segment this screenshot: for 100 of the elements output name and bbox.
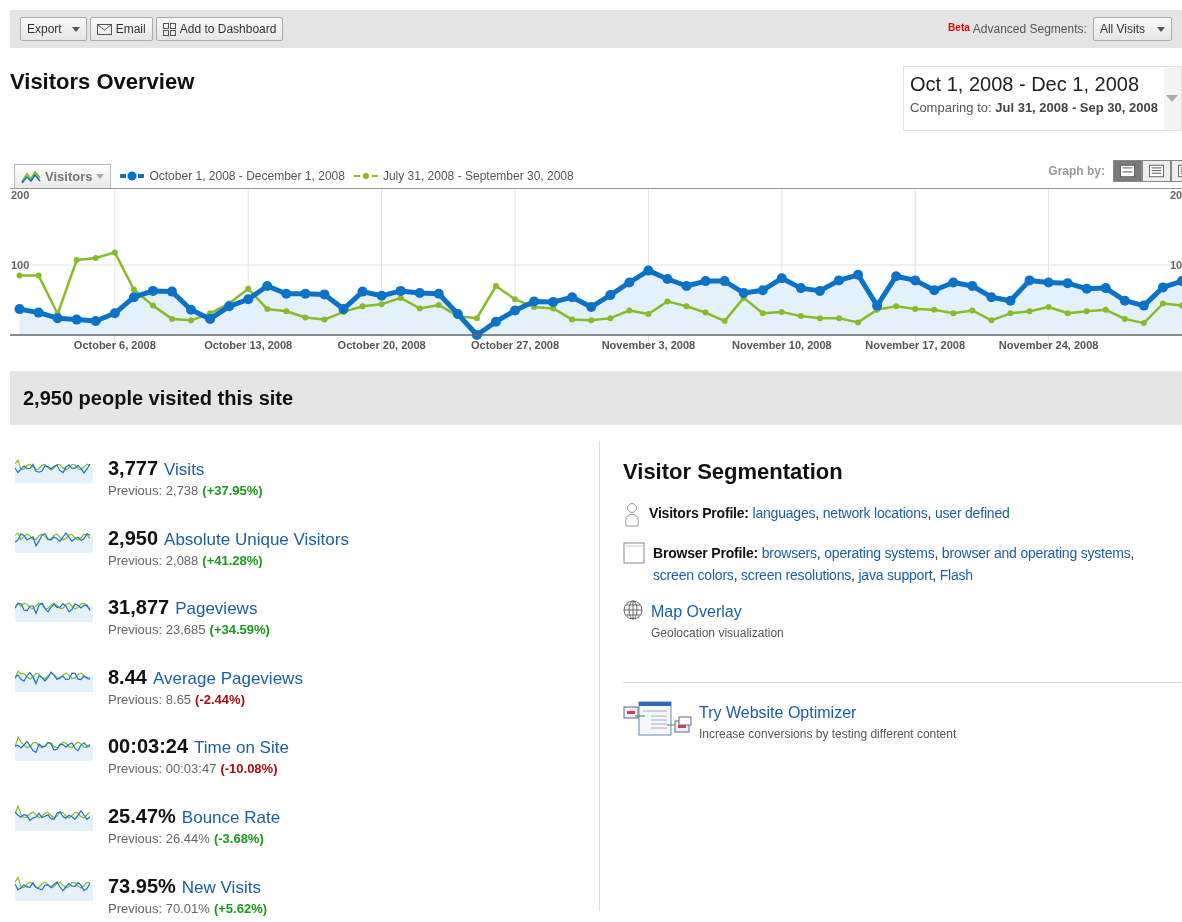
graph-view-button[interactable] bbox=[1142, 160, 1171, 182]
metric-link[interactable]: New Visits bbox=[181, 874, 261, 901]
profile-text: Browser Profile: browsers, operating systems, browser and operating systems, screen colors, screen resolutions, java support, Flash bbox=[653, 544, 1136, 585]
data-point bbox=[245, 285, 252, 292]
map-overlay-link[interactable]: Map Overlay bbox=[651, 600, 784, 624]
segments-dropdown[interactable]: All Visits bbox=[1092, 17, 1172, 41]
graph-by-label: Graph by: bbox=[1048, 163, 1105, 180]
data-point bbox=[149, 302, 156, 309]
data-point bbox=[1045, 304, 1052, 310]
window-icon bbox=[623, 542, 645, 564]
axis-label: October 6, 2008 bbox=[73, 339, 156, 351]
export-button[interactable]: Export bbox=[20, 17, 87, 41]
data-point bbox=[359, 303, 366, 310]
data-point bbox=[797, 313, 804, 320]
change-percent: (+41.28%) bbox=[202, 551, 263, 570]
beta-label: Beta bbox=[948, 21, 970, 35]
segments-label: Advanced Segments: bbox=[972, 21, 1087, 38]
data-point bbox=[169, 315, 175, 322]
data-point bbox=[607, 315, 614, 322]
data-point bbox=[643, 265, 654, 276]
link-description: Increase conversions by testing different content bbox=[699, 726, 957, 743]
web-pages-icon bbox=[623, 701, 693, 737]
data-point bbox=[1157, 282, 1168, 293]
data-point bbox=[111, 249, 118, 256]
caret-icon bbox=[1157, 26, 1165, 32]
data-point bbox=[588, 317, 595, 324]
previous-value: Previous: 8.65 bbox=[108, 690, 192, 709]
profile-link[interactable]: user defined bbox=[934, 505, 1010, 521]
page-title: Visitors Overview bbox=[10, 69, 195, 96]
data-point bbox=[605, 290, 616, 301]
data-point bbox=[14, 304, 25, 315]
metric-value: 8.44 bbox=[108, 664, 147, 690]
data-point bbox=[950, 310, 957, 317]
data-point bbox=[1062, 278, 1073, 289]
data-point bbox=[283, 308, 290, 315]
data-point bbox=[319, 289, 330, 300]
data-point bbox=[435, 301, 442, 308]
envelope-icon bbox=[96, 23, 112, 35]
optimizer-link[interactable]: Try Website Optimizer bbox=[699, 701, 957, 725]
previous-value: Previous: 2,088 bbox=[108, 551, 199, 570]
data-point bbox=[1140, 320, 1147, 327]
axis-label: October 13, 2008 bbox=[204, 339, 293, 351]
date-range-picker[interactable]: Oct 1, 2008 - Dec 1, 2008 Comparing to: Jul 31, 2008 - Sep 30, 2008 bbox=[903, 66, 1182, 131]
metric-link[interactable]: Pageviews bbox=[175, 596, 258, 622]
data-point bbox=[836, 315, 842, 322]
list-icon bbox=[1149, 164, 1164, 178]
data-point bbox=[1177, 276, 1182, 287]
data-point bbox=[967, 281, 978, 291]
grid-icon bbox=[162, 22, 176, 36]
data-point bbox=[357, 286, 368, 297]
email-button[interactable]: Email bbox=[89, 17, 153, 41]
metric-link[interactable]: Visits bbox=[164, 457, 205, 483]
metric-link[interactable]: Time on Site bbox=[194, 735, 289, 761]
data-point bbox=[1064, 310, 1071, 317]
change-percent: (-10.08%) bbox=[220, 760, 278, 779]
metric-link[interactable]: Bounce Rate bbox=[181, 804, 281, 831]
list-icon bbox=[1120, 164, 1135, 178]
profile-link[interactable]: browsers bbox=[761, 545, 817, 561]
section-title: Visitor Segmentation bbox=[623, 458, 844, 486]
metric-link[interactable]: Average Pageviews bbox=[152, 665, 303, 692]
graph-view-button[interactable] bbox=[1113, 160, 1142, 182]
metric-value: 00:03:24 bbox=[108, 734, 189, 760]
dashboard-button[interactable]: Add to Dashboard bbox=[155, 17, 284, 41]
data-point bbox=[853, 269, 864, 280]
profile-link[interactable]: screen colors bbox=[653, 567, 734, 583]
data-point bbox=[147, 285, 158, 296]
data-point bbox=[1102, 306, 1109, 313]
data-point bbox=[1007, 310, 1014, 317]
data-point bbox=[893, 303, 900, 310]
data-point bbox=[986, 292, 997, 303]
data-point bbox=[433, 288, 444, 299]
data-point bbox=[700, 276, 711, 287]
profile-link[interactable]: Flash bbox=[939, 567, 973, 583]
data-point bbox=[1119, 295, 1130, 306]
data-point bbox=[109, 308, 120, 319]
metric-selector[interactable]: Visitors bbox=[14, 164, 112, 188]
change-percent: (+34.59%) bbox=[209, 621, 270, 640]
data-point bbox=[1083, 308, 1090, 315]
data-point bbox=[1043, 277, 1054, 288]
data-point bbox=[512, 296, 518, 303]
previous-value: Previous: 26.44% bbox=[108, 829, 210, 848]
data-point bbox=[721, 318, 728, 324]
data-point bbox=[1005, 295, 1016, 306]
profile-link[interactable]: network locations bbox=[822, 505, 928, 521]
person-icon bbox=[623, 502, 641, 528]
metric-link[interactable]: Absolute Unique Visitors bbox=[164, 526, 349, 553]
data-point bbox=[757, 285, 768, 296]
data-point bbox=[1024, 275, 1035, 286]
data-point bbox=[759, 310, 766, 317]
change-percent: (-2.44%) bbox=[195, 690, 245, 709]
metric-value: 25.47% bbox=[108, 803, 176, 829]
data-point bbox=[452, 309, 463, 319]
data-point bbox=[302, 314, 309, 321]
profile-link[interactable]: browser and operating systems bbox=[941, 545, 1131, 561]
metric-value: 3,777 bbox=[108, 456, 159, 481]
metric-value: 2,950 bbox=[108, 525, 159, 551]
data-point bbox=[795, 283, 806, 294]
data-point bbox=[414, 288, 425, 298]
previous-value: Previous: 2,738 bbox=[108, 482, 199, 500]
change-percent: (+5.62%) bbox=[213, 899, 268, 918]
